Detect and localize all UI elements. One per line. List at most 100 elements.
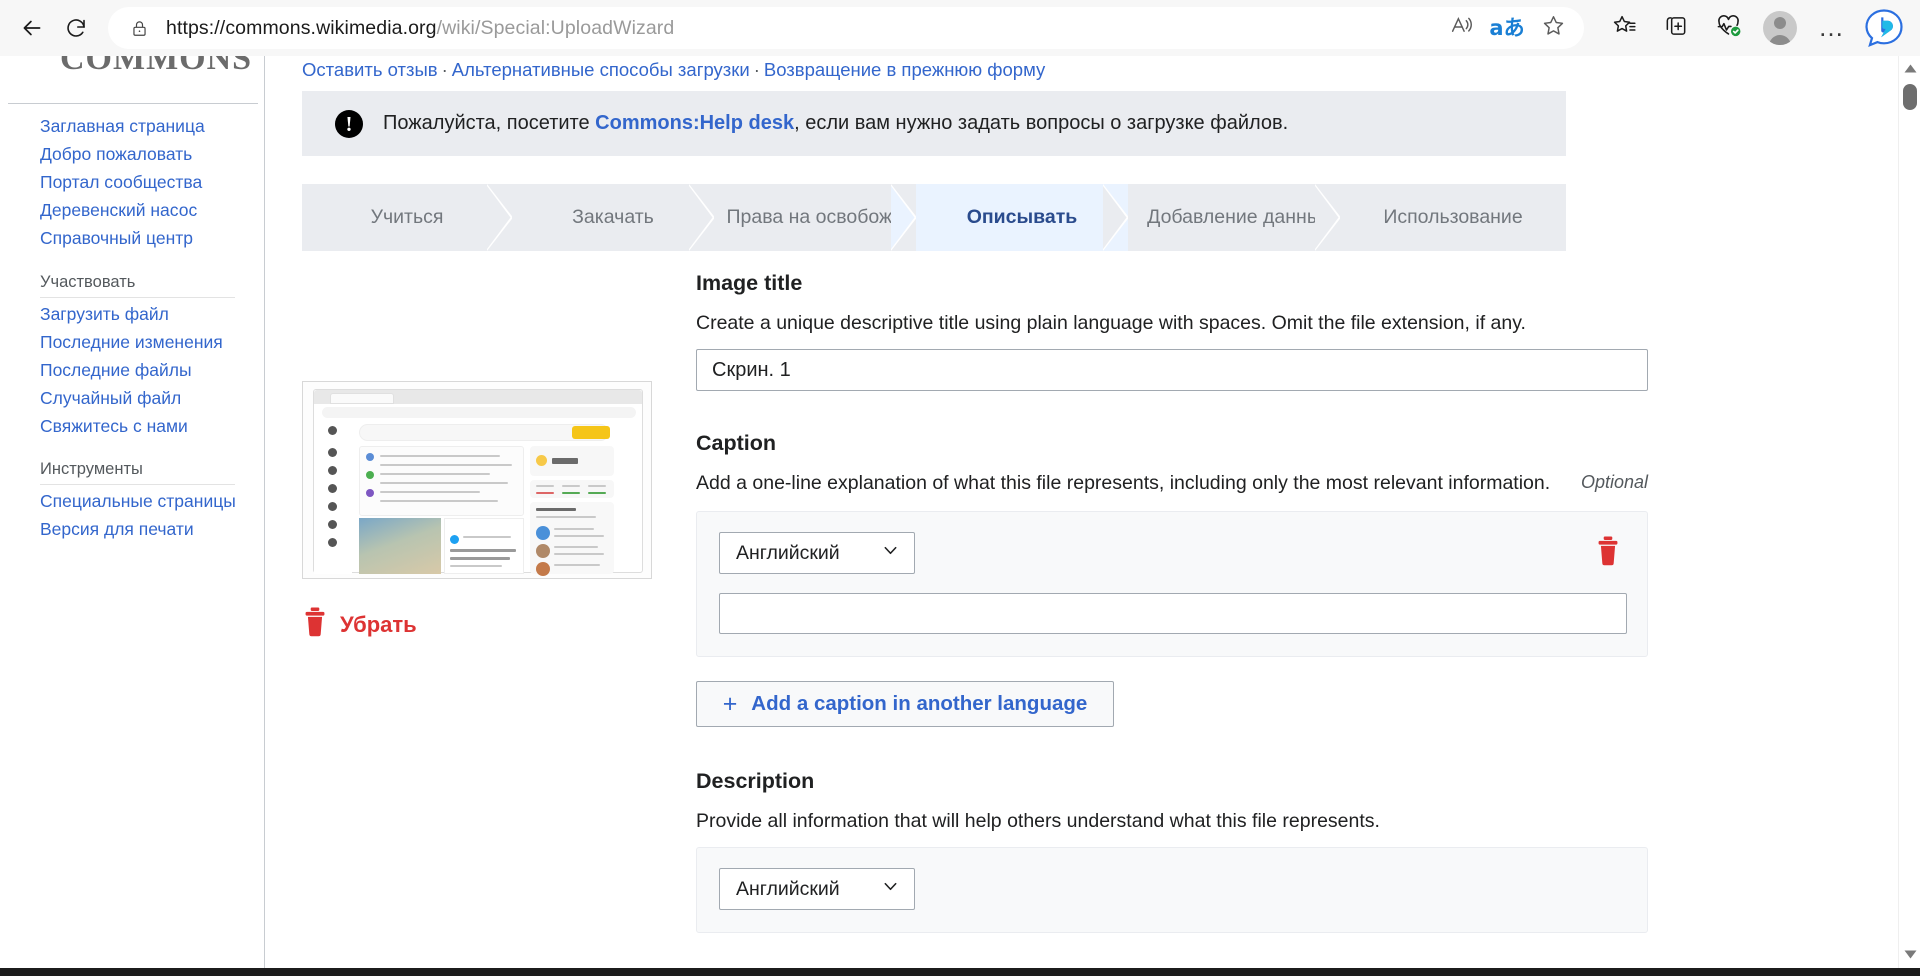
link-separator-2: · (753, 59, 760, 80)
thumbnail-mock-stats (530, 480, 614, 498)
step-chevron-icon (1103, 184, 1128, 251)
thumbnail-mock-post (444, 518, 524, 574)
copilot-button[interactable] (1858, 5, 1910, 51)
content-column: Оставить отзыв · Альтернативные способы за… (266, 56, 1898, 968)
ellipsis-icon: … (1818, 12, 1846, 43)
sidebar-item-recent-files[interactable]: Последние файлы (40, 358, 255, 383)
link-separator-1: · (441, 59, 448, 80)
help-notice-banner: ! Пожалуйста, посетите Commons:Help desk… (302, 91, 1566, 156)
sidebar-item-community-portal[interactable]: Портал сообщества (40, 170, 255, 195)
reload-icon (64, 16, 88, 40)
scroll-up-arrow-icon (1904, 60, 1917, 78)
browser-essentials-heart-icon (1715, 12, 1742, 44)
step-upload[interactable]: Закачать (512, 184, 714, 251)
scroll-up-button[interactable] (1899, 58, 1920, 80)
notice-text-after: , если вам нужно задать вопросы о загруз… (794, 112, 1289, 134)
step-label: Закачать (572, 206, 654, 228)
caption-language-select[interactable]: Английский (719, 532, 915, 574)
thumbnail-column: Убрать (302, 381, 662, 642)
step-learn[interactable]: Учиться (302, 184, 512, 251)
collections-add-icon (1663, 13, 1689, 44)
back-button[interactable] (10, 6, 54, 50)
thumbnail-mock-leftnav (314, 420, 352, 574)
sidebar-item-recent-changes[interactable]: Последние изменения (40, 330, 255, 355)
read-aloud-icon (1449, 13, 1474, 43)
sidebar-item-special-pages[interactable]: Специальные страницы (40, 489, 255, 514)
thumbnail-mock-addressbar (322, 407, 636, 418)
sidebar-item-welcome[interactable]: Добро пожаловать (40, 142, 255, 167)
image-title-field: Image title Create a unique descriptive … (696, 271, 1696, 391)
step-chevron-icon (891, 184, 916, 251)
add-caption-language-button[interactable]: + Add a caption in another language (696, 681, 1114, 727)
scrollbar-thumb[interactable] (1903, 84, 1917, 110)
sidebar-item-contact-us[interactable]: Свяжитесь с нами (40, 414, 255, 439)
describe-form: Image title Create a unique descriptive … (696, 271, 1696, 933)
profile-button[interactable] (1754, 5, 1806, 51)
bing-copilot-icon (1864, 8, 1904, 48)
browser-toolbar: https://commons.wikimedia.org/wiki/Speci… (0, 0, 1920, 56)
sidebar-group-heading-tools: Инструменты (40, 460, 235, 485)
add-favorite-button[interactable] (1530, 7, 1576, 49)
sidebar-item-help-center[interactable]: Справочный центр (40, 226, 255, 251)
step-label: Описывать (966, 206, 1078, 228)
step-label: Добавление данны (1147, 206, 1321, 228)
caption-field: Caption Add a one-line explanation of wh… (696, 431, 1696, 727)
add-caption-label: Add a caption in another language (751, 692, 1088, 715)
window-bottom-edge (0, 968, 1920, 976)
sidebar-group-participate: Участвовать Загрузить файл Последние изм… (40, 273, 264, 439)
image-title-description: Create a unique descriptive title using … (696, 312, 1526, 334)
leave-feedback-link[interactable]: Оставить отзыв (302, 59, 438, 80)
caption-language-value: Английский (736, 541, 840, 564)
read-aloud-button[interactable] (1438, 7, 1484, 49)
sidebar-item-main-page[interactable]: Заглавная страница (40, 114, 255, 139)
address-bar[interactable]: https://commons.wikimedia.org/wiki/Speci… (108, 7, 1584, 49)
description-language-select[interactable]: Английский (719, 868, 915, 910)
trash-icon (1595, 536, 1621, 571)
chevron-down-icon (881, 877, 900, 902)
step-label: Использование (1383, 206, 1523, 228)
reload-button[interactable] (54, 6, 98, 50)
legacy-form-link[interactable]: Возвращение в прежнюю форму (764, 59, 1045, 80)
plus-icon: + (722, 689, 738, 718)
lock-icon (126, 15, 152, 41)
description-description: Provide all information that will help o… (696, 810, 1380, 832)
file-thumbnail[interactable] (302, 381, 652, 579)
sidebar-group-heading-participate: Участвовать (40, 273, 235, 298)
translate-button[interactable]: aあ (1484, 7, 1530, 49)
description-field: Description Provide all information that… (696, 769, 1696, 933)
scroll-down-arrow-icon (1904, 946, 1917, 964)
alternative-upload-link[interactable]: Альтернативные способы загрузки (452, 59, 750, 80)
step-use[interactable]: Использование (1340, 184, 1566, 251)
sidebar-item-upload-file[interactable]: Загрузить файл (40, 302, 255, 327)
scroll-down-button[interactable] (1899, 944, 1920, 966)
exclamation-icon: ! (335, 109, 363, 138)
remove-file-button[interactable]: Убрать (302, 607, 662, 642)
step-label: Права на освобожд (726, 206, 904, 228)
sidebar-item-village-pump[interactable]: Деревенский насос (40, 198, 255, 223)
step-add-data[interactable]: Добавление данны (1128, 184, 1340, 251)
settings-and-more-button[interactable]: … (1806, 5, 1858, 51)
collections-button[interactable] (1650, 5, 1702, 51)
sidebar-item-printable[interactable]: Версия для печати (40, 517, 255, 542)
browser-essentials-button[interactable] (1702, 5, 1754, 51)
url-host: https://commons.wikimedia.org (166, 16, 437, 39)
remove-file-label: Убрать (340, 611, 417, 637)
step-release-rights[interactable]: Права на освобожд (714, 184, 916, 251)
thumbnail-mock-trends (530, 502, 614, 576)
sidebar-group-tools: Инструменты Специальные страницы Версия … (40, 460, 264, 542)
caption-delete-button[interactable] (1591, 534, 1625, 572)
help-desk-link[interactable]: Commons:Help desk (595, 112, 794, 134)
thumbnail-mock-weather (530, 446, 614, 476)
sidebar-divider (8, 103, 258, 104)
image-title-input[interactable]: Скрин. 1 (696, 349, 1648, 391)
caption-heading: Caption (696, 431, 777, 455)
url-text: https://commons.wikimedia.org/wiki/Speci… (166, 17, 1438, 40)
chevron-down-icon (881, 541, 900, 566)
caption-text-input[interactable] (719, 593, 1627, 634)
description-language-value: Английский (736, 877, 840, 900)
thumbnail-mock-photo (359, 518, 441, 574)
favorites-button[interactable] (1598, 5, 1650, 51)
step-describe[interactable]: Описывать (916, 184, 1128, 251)
page-scrollbar[interactable] (1898, 56, 1920, 968)
sidebar-item-random-file[interactable]: Случайный файл (40, 386, 255, 411)
